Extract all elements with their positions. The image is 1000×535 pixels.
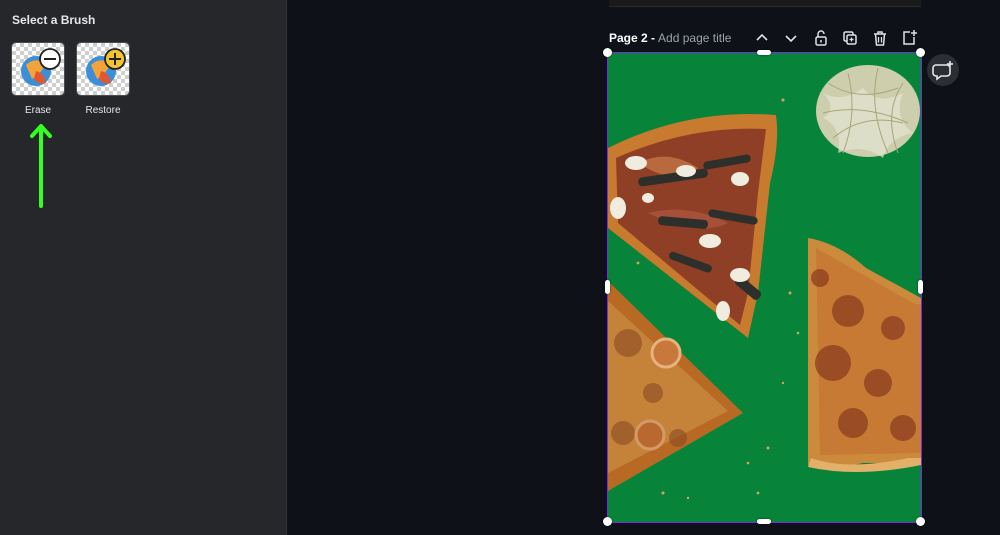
previous-page-edge [609,0,921,7]
panel-title: Select a Brush [12,13,96,27]
page-title: Page 2 - Add page title [609,31,731,45]
chevron-up-icon[interactable] [752,28,772,48]
resize-handle-bottom-left[interactable] [603,517,612,526]
duplicate-icon[interactable] [840,28,860,48]
plus-circle-icon [104,48,126,70]
add-page-icon[interactable] [899,28,919,48]
erase-label: Erase [24,105,52,116]
minus-circle-icon [39,48,61,70]
resize-handle-top-left[interactable] [603,48,612,57]
page-number-label: Page 2 - [609,31,656,45]
design-page-canvas[interactable] [608,53,921,522]
erase-brush-thumbnail [11,42,65,96]
resize-handle-bottom-right[interactable] [916,517,925,526]
restore-label: Restore [85,105,121,116]
arrow-up-icon [30,124,52,208]
brush-panel: Select a Brush Erase Restore [0,0,287,535]
resize-handle-left[interactable] [605,280,610,294]
comment-add-icon [932,61,953,81]
resize-handle-top[interactable] [757,50,771,55]
chevron-down-icon[interactable] [781,28,801,48]
restore-brush-thumbnail [76,42,130,96]
trash-icon[interactable] [870,28,890,48]
page-title-input[interactable]: Add page title [658,31,731,45]
resize-handle-right[interactable] [918,280,923,294]
erase-brush-button[interactable]: Erase [11,42,65,116]
pizza-image[interactable] [608,53,921,522]
add-comment-button[interactable] [927,54,959,86]
restore-brush-button[interactable]: Restore [76,42,130,116]
resize-handle-top-right[interactable] [916,48,925,57]
lock-icon[interactable] [811,28,831,48]
resize-handle-bottom[interactable] [757,519,771,524]
